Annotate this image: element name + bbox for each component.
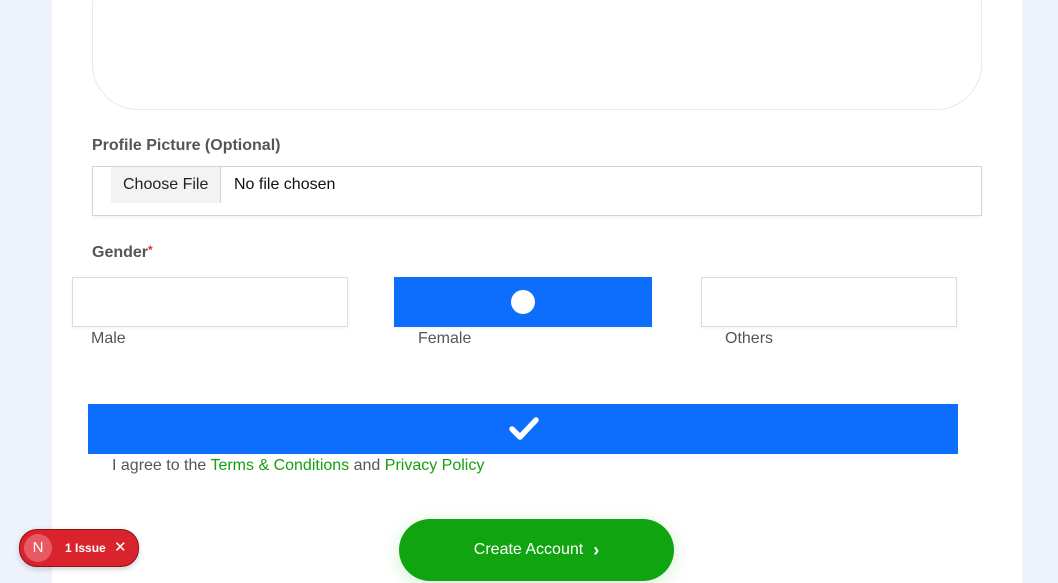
issue-count: 1 Issue — [65, 541, 106, 555]
file-status-text: No file chosen — [234, 176, 336, 193]
avatar: N — [24, 534, 52, 562]
textarea-field[interactable] — [92, 0, 982, 110]
gender-radio-others[interactable] — [701, 277, 957, 327]
create-account-button[interactable]: Create Account › — [399, 519, 674, 581]
terms-and: and — [349, 457, 385, 474]
gender-option-others-label: Others — [725, 330, 774, 347]
terms-agreement-text: I agree to the Terms & Conditions and Pr… — [112, 457, 484, 475]
terms-checkbox[interactable] — [88, 404, 958, 454]
create-account-label: Create Account — [473, 541, 584, 558]
chevron-right-icon: › — [593, 539, 600, 560]
gender-option-male-label: Male — [91, 330, 126, 347]
gender-label: Gender* — [92, 243, 153, 262]
profile-picture-file-input[interactable]: Choose File No file chosen — [92, 166, 982, 216]
choose-file-button[interactable]: Choose File — [111, 167, 222, 203]
gender-option-female-label: Female — [418, 330, 472, 347]
terms-conditions-link[interactable]: Terms & Conditions — [210, 457, 349, 474]
terms-prefix: I agree to the — [112, 457, 211, 474]
issue-badge[interactable]: N 1 Issue ✕ — [19, 529, 139, 567]
gender-label-text: Gender — [92, 244, 149, 261]
radio-selected-dot-icon — [511, 290, 535, 314]
profile-picture-label: Profile Picture (Optional) — [92, 137, 281, 154]
privacy-policy-link[interactable]: Privacy Policy — [385, 457, 485, 474]
required-mark: * — [148, 243, 153, 257]
gender-radio-male[interactable] — [72, 277, 348, 327]
gender-radio-female[interactable] — [394, 277, 652, 327]
checkmark-icon — [509, 417, 539, 440]
close-icon[interactable]: ✕ — [114, 538, 127, 556]
